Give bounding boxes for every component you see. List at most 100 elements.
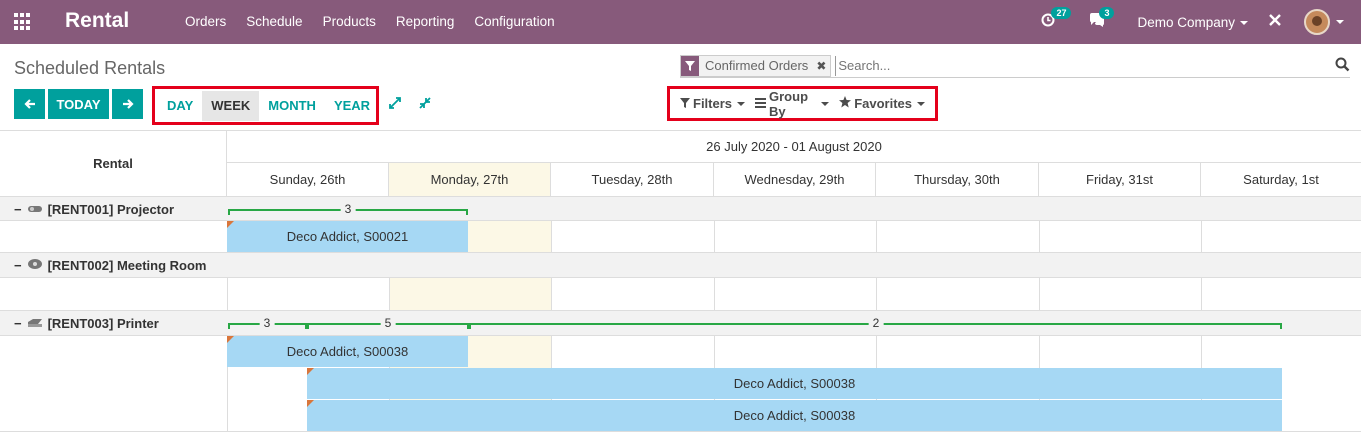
previous-button[interactable] <box>14 89 45 119</box>
scale-year-button[interactable]: YEAR <box>325 91 379 121</box>
company-name: Demo Company <box>1137 14 1235 30</box>
filters-label: Filters <box>693 96 733 111</box>
group-name: [RENT001] Projector <box>47 202 175 217</box>
menu-schedule[interactable]: Schedule <box>246 14 302 29</box>
gantt-day-header-today: Monday, 27th <box>389 163 551 196</box>
search-options: Filters Group By Favorites <box>667 86 938 121</box>
expand-rows-icon[interactable] <box>388 96 402 113</box>
rental-pill[interactable]: Deco Addict, S00038 <box>307 368 1282 399</box>
favorites-dropdown[interactable]: Favorites <box>839 96 925 111</box>
main-menu: Orders Schedule Products Reporting Confi… <box>185 14 575 29</box>
gantt-cell-today <box>389 278 551 310</box>
chevron-down-icon <box>737 101 746 106</box>
list-icon <box>755 97 767 111</box>
collapse-rows-icon[interactable] <box>418 96 432 113</box>
facet-label: Confirmed Orders <box>705 57 809 73</box>
gantt-cell <box>1039 278 1201 310</box>
search-input[interactable] <box>835 55 1350 76</box>
gantt-cell <box>876 278 1039 310</box>
gantt-day-header: Saturday, 1st <box>1243 172 1319 187</box>
gantt-cell <box>714 221 876 252</box>
gantt-row-header: Rental <box>0 131 227 196</box>
gantt-day-header: Friday, 31st <box>1039 163 1201 196</box>
chevron-down-icon <box>1240 20 1248 25</box>
scale-selector: DAY WEEK MONTH YEAR <box>152 86 379 125</box>
gantt-day-header: Tuesday, 28th <box>551 163 714 196</box>
facet-remove-icon[interactable]: ✖ <box>812 56 830 76</box>
menu-reporting[interactable]: Reporting <box>396 14 455 29</box>
gantt-cell <box>227 278 389 310</box>
user-menu-chevron-icon[interactable] <box>1336 20 1344 24</box>
group-by-dropdown[interactable]: Group By <box>755 89 830 119</box>
next-button[interactable] <box>112 89 143 119</box>
rental-pill[interactable]: Deco Addict, S00038 <box>307 400 1282 431</box>
arrow-left-icon <box>23 99 35 109</box>
gantt-cell <box>1039 221 1201 252</box>
printer-icon <box>27 317 43 331</box>
menu-configuration[interactable]: Configuration <box>474 14 554 29</box>
gantt-cell <box>551 278 714 310</box>
group-name: [RENT002] Meeting Room <box>47 258 207 273</box>
gantt-group-label[interactable]: − [RENT001] Projector <box>14 202 174 217</box>
filter-icon <box>680 97 690 111</box>
gantt-cell <box>876 221 1039 252</box>
company-switcher[interactable]: Demo Company <box>1137 15 1248 30</box>
gantt-day-header: Wednesday, 29th <box>714 163 876 196</box>
rental-pill[interactable]: Deco Addict, S00038 <box>227 336 468 367</box>
top-navbar: Rental Orders Schedule Products Reportin… <box>0 0 1361 44</box>
gantt-group-row[interactable]: − [RENT002] Meeting Room <box>0 253 1361 278</box>
gantt-cell <box>1201 278 1361 310</box>
chevron-down-icon <box>821 101 830 106</box>
today-button[interactable]: TODAY <box>48 89 109 119</box>
scale-month-button[interactable]: MONTH <box>259 91 325 121</box>
gantt-group-row[interactable]: − [RENT003] Printer 3 5 2 <box>0 311 1361 336</box>
gantt-day-header: Sunday, 26th <box>227 163 389 196</box>
navbar-systray: 27 3 Demo Company <box>1041 0 1361 44</box>
gantt-row <box>0 278 1361 311</box>
collapse-icon: − <box>14 316 22 331</box>
collapse-icon: − <box>14 258 22 273</box>
scale-week-button[interactable]: WEEK <box>202 90 260 121</box>
messages-icon[interactable]: 3 <box>1089 6 1115 32</box>
aggregate-count: 3 <box>259 316 275 330</box>
activity-badge: 27 <box>1051 6 1072 19</box>
apps-menu-icon[interactable] <box>14 13 32 31</box>
aggregate-count: 3 <box>340 202 356 216</box>
group-name: [RENT003] Printer <box>47 316 159 331</box>
gantt-cell <box>714 278 876 310</box>
gantt-group-row[interactable]: − [RENT001] Projector 3 <box>0 196 1361 221</box>
user-avatar[interactable] <box>1304 9 1330 35</box>
filters-dropdown[interactable]: Filters <box>680 96 746 111</box>
app-brand[interactable]: Rental <box>65 9 129 33</box>
search-bar: Confirmed Orders ✖ <box>680 54 1350 78</box>
debug-tools-icon[interactable] <box>1268 13 1282 32</box>
gantt-row: Deco Addict, S00021 <box>0 221 1361 253</box>
gantt-aggregate-bar: 3 <box>228 202 468 216</box>
gantt-group-label[interactable]: − [RENT002] Meeting Room <box>14 258 207 273</box>
search-facet: Confirmed Orders ✖ <box>680 54 832 77</box>
gantt-date-range: 26 July 2020 - 01 August 2020 <box>227 131 1361 163</box>
menu-products[interactable]: Products <box>323 14 376 29</box>
gantt-row: Deco Addict, S00038 Deco Addict, S00038 … <box>0 336 1361 432</box>
activity-icon[interactable]: 27 <box>1041 6 1072 32</box>
gantt-view: Rental 26 July 2020 - 01 August 2020 Sun… <box>0 130 1361 443</box>
gantt-aggregate-bar: 5 <box>307 316 469 330</box>
gantt-cell <box>551 221 714 252</box>
gantt-aggregate-bar: 2 <box>469 316 1282 330</box>
meeting-room-icon <box>27 258 43 273</box>
rental-pill[interactable]: Deco Addict, S00021 <box>227 221 468 252</box>
aggregate-count: 5 <box>380 316 396 330</box>
scale-day-button[interactable]: DAY <box>158 91 202 121</box>
arrow-right-icon <box>122 99 134 109</box>
gantt-group-label[interactable]: − [RENT003] Printer <box>14 316 159 331</box>
page-title: Scheduled Rentals <box>14 58 166 78</box>
menu-orders[interactable]: Orders <box>185 14 226 29</box>
search-icon[interactable] <box>1335 57 1350 76</box>
chevron-down-icon <box>917 101 925 106</box>
aggregate-count: 2 <box>868 316 884 330</box>
gantt-day-header: Thursday, 30th <box>876 163 1039 196</box>
filter-icon <box>681 55 699 76</box>
star-icon <box>839 96 852 111</box>
favorites-label: Favorites <box>854 96 912 111</box>
collapse-icon: − <box>14 202 22 217</box>
